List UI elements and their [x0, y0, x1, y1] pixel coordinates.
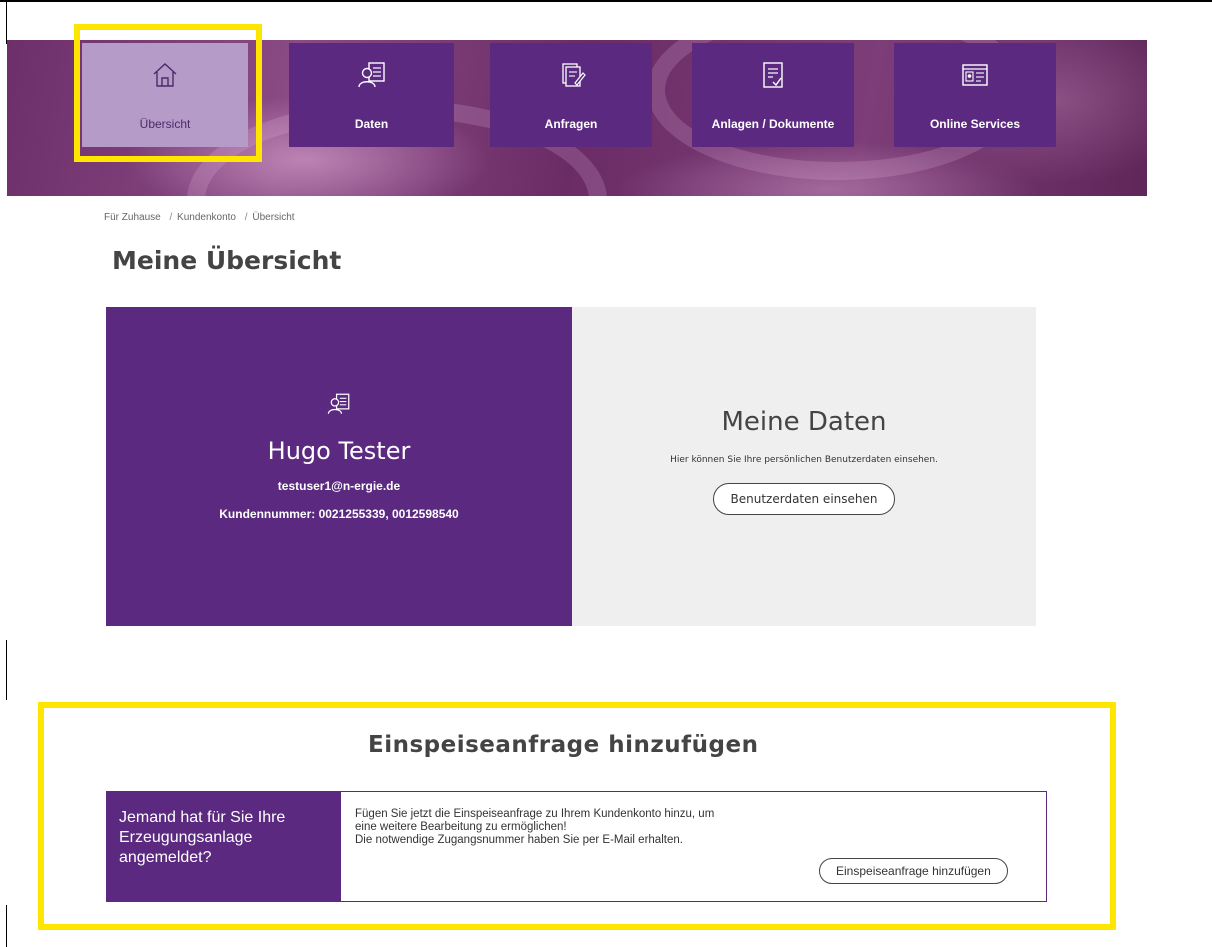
profile-card: Hugo Tester testuser1@n-ergie.de Kundenn…	[106, 307, 572, 626]
breadcrumb-item-uebersicht: Übersicht	[252, 212, 295, 223]
nav-tile-label: Online Services	[929, 117, 1021, 131]
nav-tile-anfragen[interactable]: Anfragen	[490, 43, 652, 147]
breadcrumb: Für Zuhause / Kundenkonto / Übersicht	[104, 212, 297, 223]
nav-tile-label: Anlagen / Dokumente	[711, 117, 835, 131]
user-card-icon	[327, 393, 350, 414]
frame-left-border	[6, 640, 7, 700]
frame-top-border	[0, 0, 1212, 2]
profile-customer-numbers: Kundennummer: 0021255339, 0012598540	[219, 507, 459, 521]
nav-tile-label: Daten	[354, 117, 389, 131]
browser-window-icon	[962, 64, 988, 86]
breadcrumb-separator: /	[169, 212, 173, 223]
edit-document-icon	[562, 63, 586, 87]
frame-left-border	[6, 0, 7, 44]
my-data-title: Meine Daten	[721, 407, 887, 437]
my-data-description: Hier können Sie Ihre persönlichen Benutz…	[670, 455, 938, 465]
user-card-icon	[357, 62, 385, 88]
profile-name: Hugo Tester	[267, 437, 411, 465]
highlight-box-feed-in-section	[38, 702, 1116, 930]
nav-tile-anlagen-dokumente[interactable]: Anlagen / Dokumente	[692, 43, 854, 147]
checklist-document-icon	[763, 62, 783, 88]
nav-tile-daten[interactable]: Daten	[289, 43, 454, 147]
breadcrumb-item-fuer-zuhause[interactable]: Für Zuhause	[104, 212, 161, 223]
frame-left-border	[6, 905, 7, 947]
nav-tile-label: Anfragen	[544, 117, 598, 131]
breadcrumb-item-kundenkonto[interactable]: Kundenkonto	[177, 212, 236, 223]
nav-tile-online-services[interactable]: Online Services	[894, 43, 1056, 147]
breadcrumb-separator: /	[244, 212, 248, 223]
page-title: Meine Übersicht	[112, 246, 342, 275]
view-user-data-button[interactable]: Benutzerdaten einsehen	[712, 483, 896, 515]
highlight-box-active-tile	[74, 24, 262, 162]
my-data-card: Meine Daten Hier können Sie Ihre persönl…	[572, 307, 1036, 626]
profile-email: testuser1@n-ergie.de	[277, 479, 401, 493]
